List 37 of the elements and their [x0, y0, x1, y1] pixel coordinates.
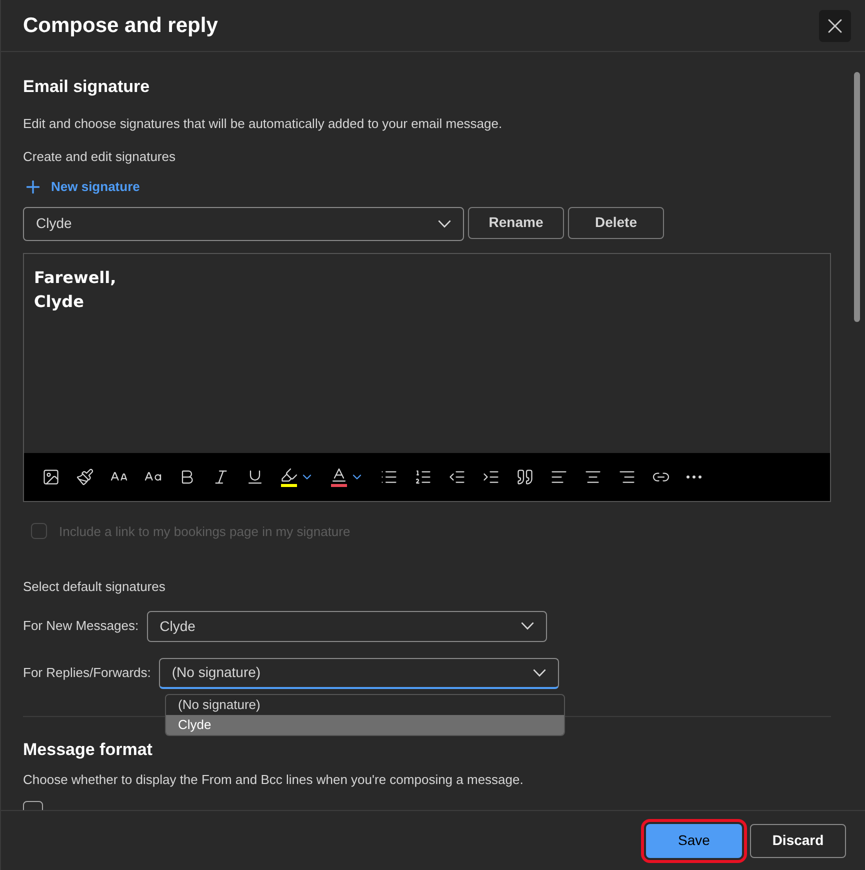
numbered-list-icon — [414, 468, 432, 486]
section-description: Edit and choose signatures that will be automatically added to your email message. — [23, 114, 504, 133]
subheading: Create and edit signatures — [23, 148, 176, 166]
chevron-down-icon — [520, 622, 534, 630]
dialog-title: Compose and reply — [23, 12, 218, 39]
paintbrush-icon — [76, 468, 94, 486]
dropdown-option[interactable]: Clyde — [166, 714, 564, 734]
dropdown-option[interactable]: (No signature) — [166, 694, 564, 714]
section-description: Choose whether to display the From and Bcc lines when you're composing a message. — [23, 771, 524, 789]
save-button[interactable]: Save — [646, 824, 742, 858]
font-color-icon — [330, 466, 348, 484]
signature-text-line: Farewell, — [34, 266, 118, 288]
image-icon — [42, 468, 60, 486]
signature-action-button[interactable]: Delete — [568, 206, 664, 238]
subheading: Select default signatures — [23, 578, 166, 596]
field-label: For Replies/Forwards: — [23, 664, 151, 682]
signature-select[interactable]: Clyde — [23, 206, 464, 240]
new-signature-link[interactable]: New signature — [23, 176, 140, 196]
close-button[interactable] — [819, 10, 851, 42]
highlighter-icon — [280, 466, 298, 484]
signature-editor[interactable]: Farewell, Clyde — [23, 252, 831, 502]
chevron-down-icon — [532, 668, 546, 676]
default-signature-select[interactable]: (No signature) — [158, 658, 559, 688]
underline-icon — [246, 468, 264, 486]
select-value: Clyde — [160, 616, 196, 636]
signature-text-line: Clyde — [34, 290, 85, 312]
discard-button[interactable]: Discard — [750, 824, 846, 858]
default-signature-select[interactable]: Clyde — [146, 610, 547, 642]
select-value: Clyde — [36, 214, 72, 233]
signature-action-button[interactable]: Rename — [468, 206, 564, 238]
section-heading: Message format — [23, 738, 154, 761]
section-heading: Email signature — [23, 76, 151, 98]
select-value: (No signature) — [172, 663, 261, 682]
chevron-down-icon — [438, 220, 451, 228]
more-icon — [686, 474, 702, 478]
field-label: For New Messages: — [23, 617, 139, 636]
quote-icon — [516, 468, 534, 486]
